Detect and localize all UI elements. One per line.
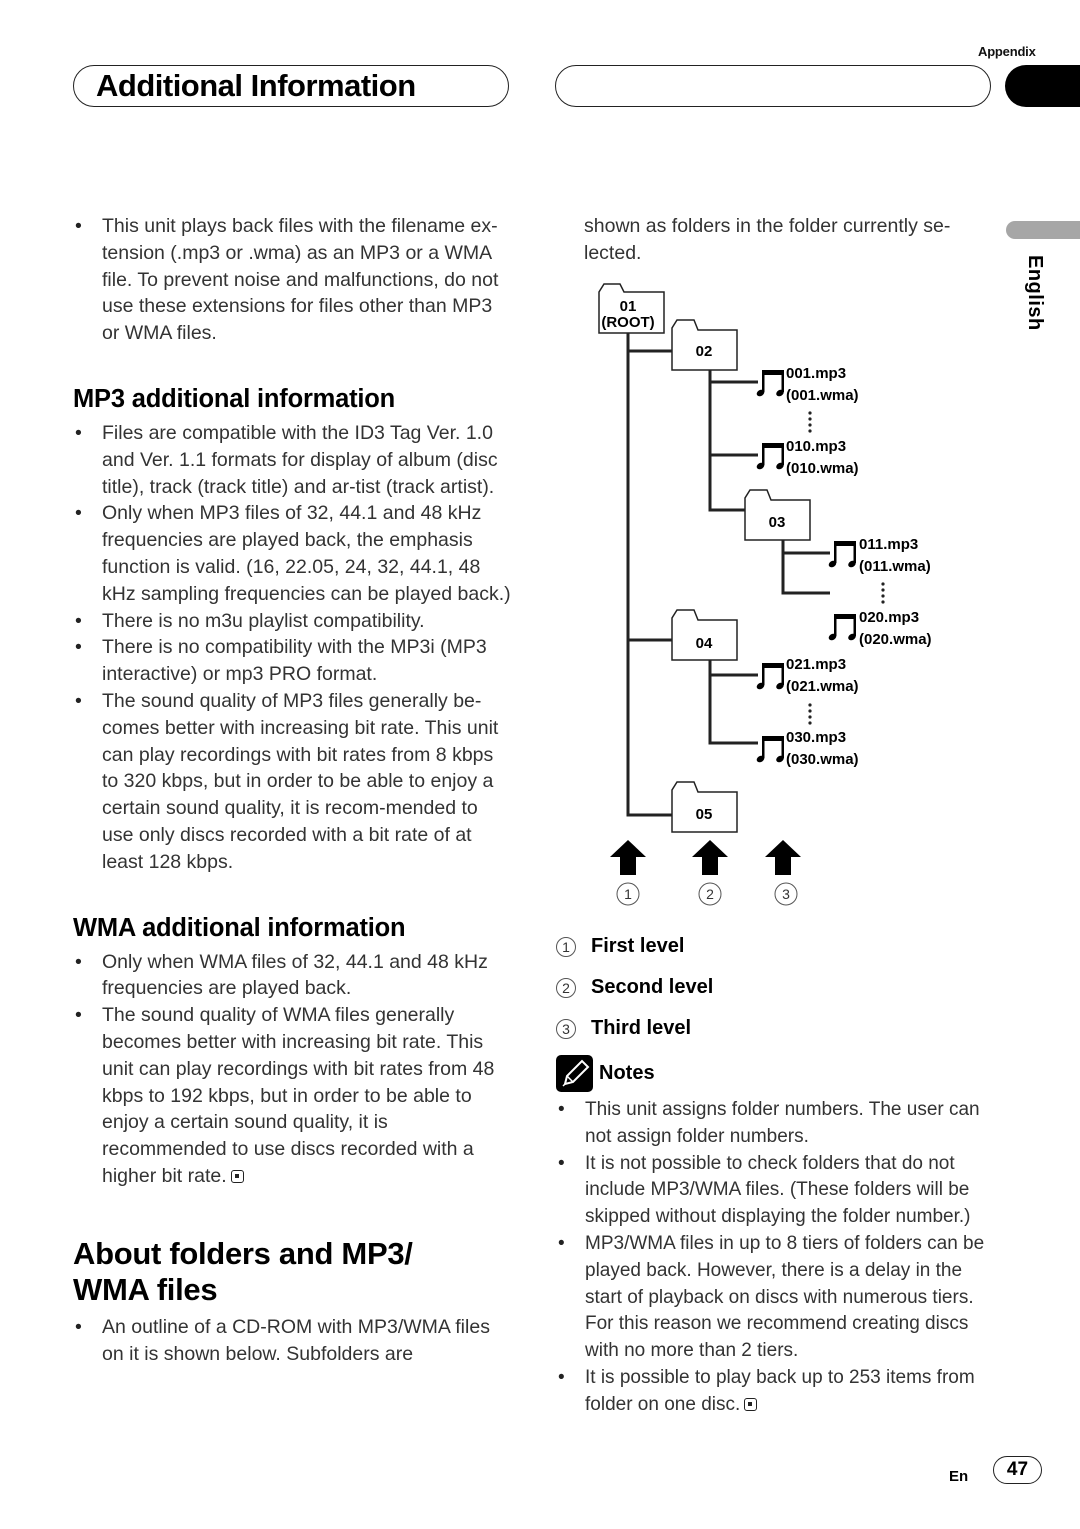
music-file: 021.mp3 (021.wma)	[755, 656, 859, 695]
list-item: There is no compatibility with the MP3i …	[73, 634, 513, 688]
ellipsis-dots	[881, 582, 885, 604]
language-tab: English	[1018, 255, 1048, 345]
music-file: 011.mp3 (011.wma)	[827, 536, 931, 575]
music-note-icon	[755, 663, 785, 691]
music-file: 001.mp3 (001.wma)	[755, 365, 859, 404]
file-mp3-label: 020.mp3	[859, 609, 919, 626]
legend-item: 1 First level	[556, 926, 713, 967]
ellipsis-dots	[808, 703, 812, 725]
page-number: 47	[993, 1456, 1042, 1484]
level-legend: 1 First level 2 Second level 3 Third lev…	[556, 926, 713, 1049]
file-mp3-label: 010.mp3	[786, 438, 846, 455]
legend-number: 1	[556, 936, 576, 957]
notes-list: This unit assigns folder numbers. The us…	[556, 1097, 1001, 1419]
music-file: 010.mp3 (010.wma)	[755, 438, 859, 477]
legend-label: First level	[591, 935, 685, 957]
page-title-pill: Additional Information	[73, 65, 509, 107]
left-column: This unit plays back files with the file…	[73, 213, 513, 1367]
legend-item: 2 Second level	[556, 967, 713, 1008]
note-item: It is not possible to check folders that…	[556, 1151, 1001, 1231]
legend-number: 3	[556, 1018, 576, 1039]
section-tab	[1005, 65, 1080, 107]
file-wma-label: (030.wma)	[786, 751, 859, 768]
folder-label: 02	[696, 343, 713, 360]
legend-number: 2	[556, 977, 576, 998]
file-mp3-label: 011.mp3	[859, 536, 918, 553]
list-item-text: The sound quality of WMA files generally…	[102, 1004, 495, 1187]
music-file: 030.mp3 (030.wma)	[755, 729, 859, 768]
folder-label: 05	[696, 806, 713, 823]
up-arrow-icon	[692, 840, 728, 875]
file-wma-label: (011.wma)	[859, 558, 931, 575]
folders-heading-line1: About folders and MP3/	[73, 1235, 413, 1271]
folders-list: An outline of a CD-ROM with MP3/WMA file…	[73, 1314, 513, 1368]
page-title: Additional Information	[96, 68, 416, 103]
file-wma-label: (020.wma)	[859, 631, 932, 648]
up-arrow-icon	[765, 840, 801, 875]
pencil-icon	[556, 1055, 593, 1092]
list-item: There is no m3u playlist compatibility.	[73, 608, 513, 635]
file-mp3-label: 001.mp3	[786, 365, 846, 382]
folders-heading: About folders and MP3/ WMA files	[73, 1236, 513, 1308]
right-column-intro: shown as folders in the folder currently…	[556, 213, 996, 267]
mp3-heading: MP3 additional information	[73, 384, 396, 413]
file-wma-label: (010.wma)	[786, 460, 859, 477]
header-empty-pill	[555, 65, 991, 107]
notes-header: Notes	[556, 1055, 655, 1092]
intro-list: This unit plays back files with the file…	[73, 213, 513, 347]
section-label: Appendix	[978, 44, 1036, 59]
end-mark-icon	[230, 1169, 244, 1183]
level-marker-number: 3	[782, 886, 790, 902]
music-note-icon	[827, 541, 857, 569]
ellipsis-dots	[808, 411, 812, 433]
note-item: It is possible to play back up to 253 it…	[556, 1365, 1001, 1419]
folder-icon: 04	[671, 609, 738, 661]
mp3-list: Files are compatible with the ID3 Tag Ve…	[73, 420, 513, 876]
level-marker-number: 2	[706, 886, 714, 902]
music-note-icon	[755, 736, 785, 764]
music-note-icon	[827, 614, 857, 642]
continuation-text: shown as folders in the folder currently…	[584, 215, 951, 264]
folders-heading-line2: WMA files	[73, 1271, 218, 1307]
list-item: The sound quality of WMA files generally…	[73, 1002, 513, 1190]
note-item-text: It is possible to play back up to 253 it…	[585, 1366, 975, 1415]
folder-sublabel: (ROOT)	[601, 314, 654, 331]
folder-icon: 05	[671, 781, 738, 833]
notes-heading: Notes	[599, 1062, 655, 1084]
music-note-icon	[755, 443, 785, 471]
wma-heading: WMA additional information	[73, 913, 406, 942]
list-item: An outline of a CD-ROM with MP3/WMA file…	[73, 1314, 513, 1368]
list-item: This unit plays back files with the file…	[73, 213, 513, 347]
file-wma-label: (001.wma)	[786, 387, 859, 404]
list-item: Only when MP3 files of 32, 44.1 and 48 k…	[73, 500, 513, 607]
list-item: Files are compatible with the ID3 Tag Ve…	[73, 420, 513, 500]
list-item: The sound quality of MP3 files generally…	[73, 688, 513, 876]
folder-label: 04	[696, 635, 713, 652]
legend-label: Third level	[591, 1017, 692, 1039]
folder-icon: 03	[744, 489, 811, 541]
folder-tree-diagram: 01 (ROOT) 02 03 04 05 001.mp3 (001.wma)	[590, 280, 970, 920]
folder-label: 01	[620, 298, 637, 315]
end-mark-icon	[744, 1397, 758, 1411]
language-label: English	[1024, 255, 1046, 331]
legend-item: 3 Third level	[556, 1008, 713, 1049]
wma-list: Only when WMA files of 32, 44.1 and 48 k…	[73, 949, 513, 1190]
note-item: This unit assigns folder numbers. The us…	[556, 1097, 1001, 1151]
folder-icon: 01 (ROOT)	[598, 283, 665, 334]
file-mp3-label: 030.mp3	[786, 729, 846, 746]
note-item: MP3/WMA files in up to 8 tiers of folder…	[556, 1231, 1001, 1365]
folder-label: 03	[769, 514, 786, 531]
footer-language-code: En	[949, 1468, 969, 1485]
folder-icon: 02	[671, 319, 738, 371]
level-arrows	[610, 840, 801, 875]
level-marker-number: 1	[624, 886, 632, 902]
list-item: Only when WMA files of 32, 44.1 and 48 k…	[73, 949, 513, 1003]
music-note-icon	[755, 370, 785, 398]
legend-label: Second level	[591, 976, 714, 998]
up-arrow-icon	[610, 840, 646, 875]
language-tab-marker	[1006, 221, 1080, 239]
music-file: 020.mp3 (020.wma)	[827, 609, 932, 648]
file-wma-label: (021.wma)	[786, 678, 859, 695]
file-mp3-label: 021.mp3	[786, 656, 846, 673]
